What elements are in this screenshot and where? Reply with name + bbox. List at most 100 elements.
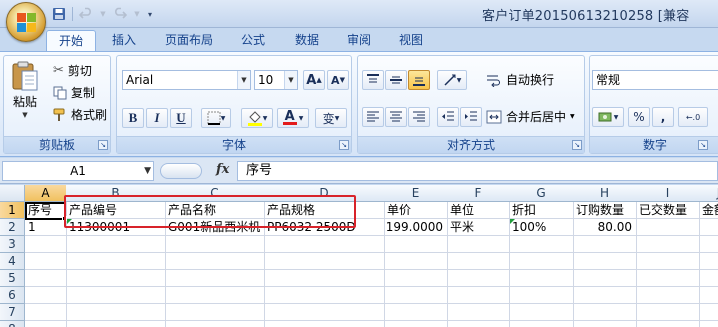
column-header-j[interactable]: J bbox=[699, 185, 718, 202]
italic-button[interactable]: I bbox=[146, 108, 168, 128]
borders-button[interactable]: ▼ bbox=[201, 108, 231, 128]
merge-center-button[interactable]: 合并后居中 ▼ bbox=[486, 108, 575, 125]
tab-insert[interactable]: 插入 bbox=[103, 30, 145, 52]
cell-f1[interactable]: 单位 bbox=[448, 202, 509, 219]
active-cell-border bbox=[25, 202, 66, 220]
font-launcher-icon[interactable]: ↘ bbox=[339, 140, 349, 150]
tab-page-layout[interactable]: 页面布局 bbox=[156, 30, 222, 52]
paste-button[interactable]: 粘贴 ▼ bbox=[10, 60, 40, 119]
row-header-4[interactable]: 4 bbox=[0, 253, 25, 270]
alignment-group: ▼ 自动换行 合并后居中 ▼ 对齐方式 ↘ bbox=[357, 55, 585, 154]
align-bottom-icon bbox=[413, 77, 425, 86]
comma-button[interactable]: , bbox=[652, 107, 674, 127]
align-top-button[interactable] bbox=[362, 70, 384, 90]
column-header-f[interactable]: F bbox=[447, 185, 510, 202]
customize-toolbar-icon[interactable]: ▾ bbox=[145, 5, 155, 23]
font-name-dropdown-icon: ▼ bbox=[237, 71, 250, 89]
font-color-button[interactable]: A ▼ bbox=[277, 108, 309, 128]
decrease-indent-button[interactable] bbox=[437, 107, 459, 127]
column-header-h[interactable]: H bbox=[573, 185, 637, 202]
align-left-button[interactable] bbox=[362, 107, 384, 127]
align-right-button[interactable] bbox=[408, 107, 430, 127]
shrink-font-button[interactable]: A ▼ bbox=[327, 70, 349, 90]
formula-cancel-enter-icon[interactable] bbox=[160, 163, 202, 179]
tab-review[interactable]: 审阅 bbox=[338, 30, 380, 52]
pinyin-button[interactable]: 变 ▼ bbox=[315, 108, 347, 128]
column-header-i[interactable]: I bbox=[636, 185, 700, 202]
percent-button[interactable]: % bbox=[628, 107, 650, 127]
column-header-e[interactable]: E bbox=[384, 185, 448, 202]
increase-decimal-button[interactable]: ←.0 bbox=[678, 107, 708, 127]
align-center-icon bbox=[390, 111, 402, 122]
row-header-2[interactable]: 2 bbox=[0, 219, 25, 236]
tab-home[interactable]: 开始 bbox=[46, 30, 96, 52]
cell-e1[interactable]: 单价 bbox=[385, 202, 447, 219]
cell-e2[interactable]: 199.0000 bbox=[385, 219, 447, 236]
font-name-combo[interactable]: Arial ▼ bbox=[122, 70, 251, 90]
cell-h1[interactable]: 订购数量 bbox=[574, 202, 636, 219]
font-size-combo[interactable]: 10 ▼ bbox=[254, 70, 298, 90]
name-box-dropdown-icon: ▼ bbox=[144, 166, 151, 176]
increase-indent-button[interactable] bbox=[460, 107, 482, 127]
underline-button[interactable]: U bbox=[170, 108, 192, 128]
merge-center-icon bbox=[486, 110, 502, 123]
select-all-corner[interactable] bbox=[0, 185, 25, 202]
undo-icon[interactable] bbox=[77, 5, 95, 23]
align-right-icon bbox=[413, 111, 425, 122]
shrink-font-icon: A bbox=[331, 73, 340, 87]
format-painter-button[interactable]: 格式刷 bbox=[53, 106, 107, 123]
redo-icon[interactable] bbox=[111, 5, 129, 23]
fill-color-button[interactable]: ▼ bbox=[241, 108, 273, 128]
cell-i1[interactable]: 已交数量 bbox=[637, 202, 699, 219]
wrap-text-button[interactable]: 自动换行 bbox=[486, 71, 554, 88]
shrink-font-arrow-icon: ▼ bbox=[339, 76, 345, 84]
paste-label: 粘贴 bbox=[12, 95, 37, 109]
save-icon[interactable] bbox=[50, 5, 68, 23]
grow-font-button[interactable]: A ▲ bbox=[303, 70, 325, 90]
bold-button[interactable]: B bbox=[122, 108, 144, 128]
tab-formulas[interactable]: 公式 bbox=[232, 30, 274, 52]
gridline bbox=[699, 202, 700, 327]
formula-input[interactable]: 序号 bbox=[237, 161, 718, 181]
cut-label: 剪切 bbox=[67, 64, 92, 78]
currency-icon bbox=[598, 112, 612, 122]
align-bottom-button[interactable] bbox=[408, 70, 430, 90]
number-launcher-icon[interactable]: ↘ bbox=[698, 140, 708, 150]
cell-h2[interactable]: 80.00 bbox=[574, 219, 636, 236]
tab-view[interactable]: 视图 bbox=[390, 30, 432, 52]
row-header-1[interactable]: 1 bbox=[0, 202, 25, 219]
name-box[interactable]: A1 ▼ bbox=[2, 161, 154, 181]
clipboard-launcher-icon[interactable]: ↘ bbox=[98, 140, 108, 150]
cut-button[interactable]: ✂ 剪切 bbox=[53, 62, 92, 79]
gridline bbox=[25, 269, 718, 270]
redo-dropdown-icon[interactable]: ▼ bbox=[133, 5, 141, 23]
cell-f2[interactable]: 平米 bbox=[448, 219, 509, 236]
row-header-3[interactable]: 3 bbox=[0, 236, 25, 253]
merge-center-label: 合并后居中 bbox=[506, 110, 567, 124]
tab-data[interactable]: 数据 bbox=[286, 30, 328, 52]
copy-button[interactable]: 复制 bbox=[53, 84, 95, 101]
currency-button[interactable]: ▼ bbox=[592, 107, 624, 127]
row-header-8[interactable]: 8 bbox=[0, 321, 25, 327]
cell-j1[interactable]: 金额 bbox=[700, 202, 718, 219]
row-header-7[interactable]: 7 bbox=[0, 304, 25, 321]
font-size-dropdown-icon: ▼ bbox=[284, 71, 297, 89]
orientation-button[interactable]: ▼ bbox=[437, 70, 467, 90]
office-button[interactable] bbox=[6, 2, 46, 42]
gridline bbox=[25, 303, 718, 304]
cell-a2[interactable]: 1 bbox=[26, 219, 66, 236]
column-header-a[interactable]: A bbox=[25, 185, 67, 202]
row-header-5[interactable]: 5 bbox=[0, 270, 25, 287]
undo-dropdown-icon[interactable]: ▼ bbox=[99, 5, 107, 23]
alignment-launcher-icon[interactable]: ↘ bbox=[572, 140, 582, 150]
align-center-button[interactable] bbox=[385, 107, 407, 127]
align-middle-button[interactable] bbox=[385, 70, 407, 90]
number-format-combo[interactable]: 常规 ▼ bbox=[592, 70, 718, 90]
column-header-g[interactable]: G bbox=[509, 185, 574, 202]
format-painter-label: 格式刷 bbox=[71, 108, 108, 122]
cell-g1[interactable]: 折扣 bbox=[510, 202, 573, 219]
row-header-6[interactable]: 6 bbox=[0, 287, 25, 304]
font-size-value: 10 bbox=[258, 73, 274, 87]
cell-g2[interactable]: 100% bbox=[510, 219, 573, 236]
insert-function-icon[interactable]: fx bbox=[216, 162, 229, 177]
